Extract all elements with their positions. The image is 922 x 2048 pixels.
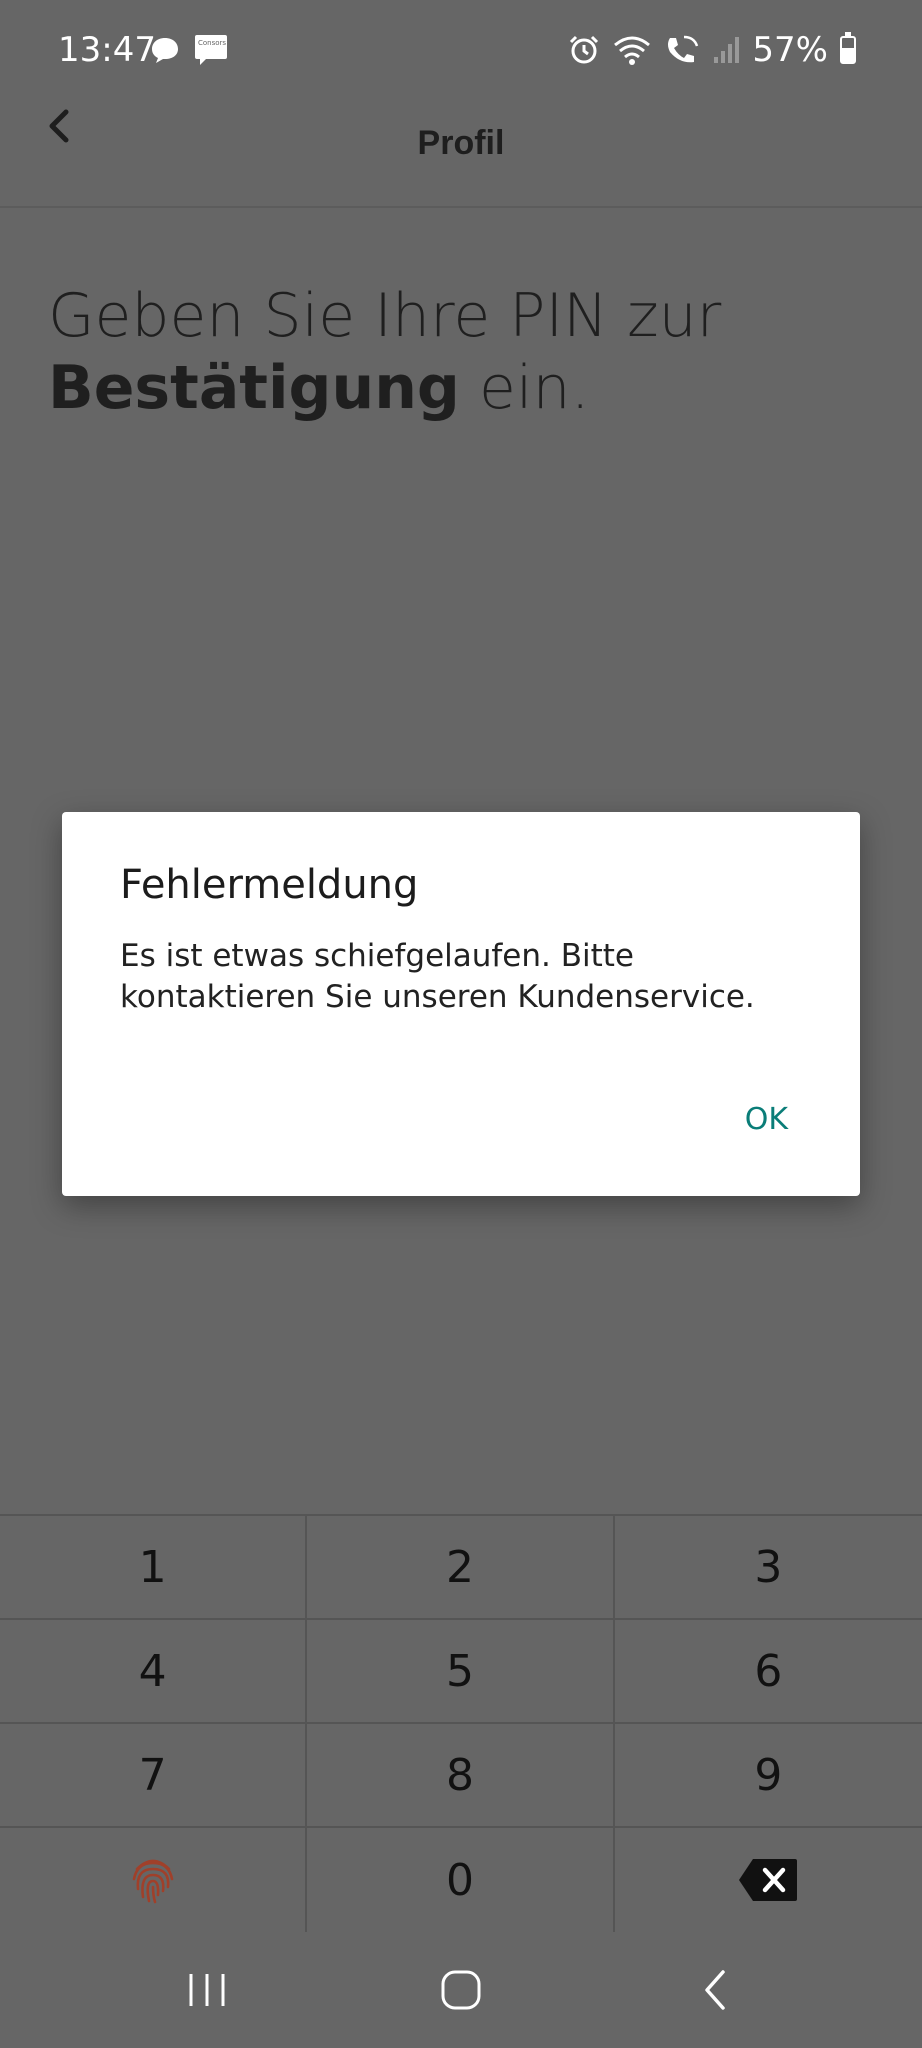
home-button[interactable]	[421, 1960, 501, 2020]
status-bar: 13:47 Consors bank	[0, 0, 922, 102]
key-9[interactable]: 9	[614, 1724, 922, 1828]
pin-prompt: Geben Sie Ihre PIN zur Bestätigung ein.	[48, 280, 888, 424]
battery-percent: 57%	[752, 30, 828, 70]
wifi-icon	[614, 36, 651, 65]
key-2[interactable]: 2	[307, 1516, 615, 1620]
key-7[interactable]: 7	[0, 1724, 308, 1828]
battery-icon	[840, 32, 856, 64]
status-time: 13:47	[58, 30, 156, 70]
notification-icons: Consors bank	[150, 34, 228, 66]
pin-prompt-bold: Bestätigung	[48, 353, 460, 423]
wifi-call-icon	[668, 35, 699, 63]
key-8[interactable]: 8	[307, 1724, 615, 1828]
system-nav-bar	[0, 1932, 922, 2048]
battery-fill	[842, 48, 854, 62]
fingerprint-icon	[132, 1859, 173, 1904]
fingerprint-key[interactable]	[0, 1828, 308, 1932]
error-dialog: Fehlermeldung Es ist etwas schiefgelaufe…	[62, 812, 860, 1196]
home-icon	[441, 1970, 481, 2010]
app-notification-label: Consors bank	[198, 39, 228, 47]
key-4[interactable]: 4	[0, 1620, 308, 1724]
key-5[interactable]: 5	[307, 1620, 615, 1724]
recent-apps-button[interactable]	[167, 1960, 247, 2020]
dialog-title: Fehlermeldung	[120, 862, 419, 908]
pin-prompt-line-2: ein.	[459, 353, 590, 423]
chat-bubble-icon	[152, 38, 178, 63]
backspace-key[interactable]	[614, 1828, 922, 1932]
key-1[interactable]: 1	[0, 1516, 308, 1620]
ok-button[interactable]: OK	[745, 1102, 788, 1137]
alarm-icon	[570, 35, 599, 64]
key-0[interactable]: 0	[307, 1828, 615, 1932]
backspace-icon	[739, 1859, 798, 1901]
signal-icon	[714, 37, 740, 63]
pin-keypad: 1 2 3 4 5 6 7 8 9 0	[0, 1514, 922, 1932]
system-back-button[interactable]	[675, 1960, 755, 2020]
page-title: Profil	[417, 124, 505, 162]
key-6[interactable]: 6	[614, 1620, 922, 1724]
dialog-message: Es ist etwas schiefgelaufen. Bitte konta…	[120, 938, 755, 1015]
key-3[interactable]: 3	[614, 1516, 922, 1620]
system-back-icon	[705, 1970, 725, 2010]
status-right-icons: 57%	[568, 30, 856, 70]
app-header: Profil	[0, 102, 922, 208]
recent-apps-icon	[189, 1974, 225, 2006]
pin-prompt-line-1: Geben Sie Ihre PIN zur	[48, 281, 722, 351]
app-notification-icon: Consors bank	[195, 35, 228, 65]
